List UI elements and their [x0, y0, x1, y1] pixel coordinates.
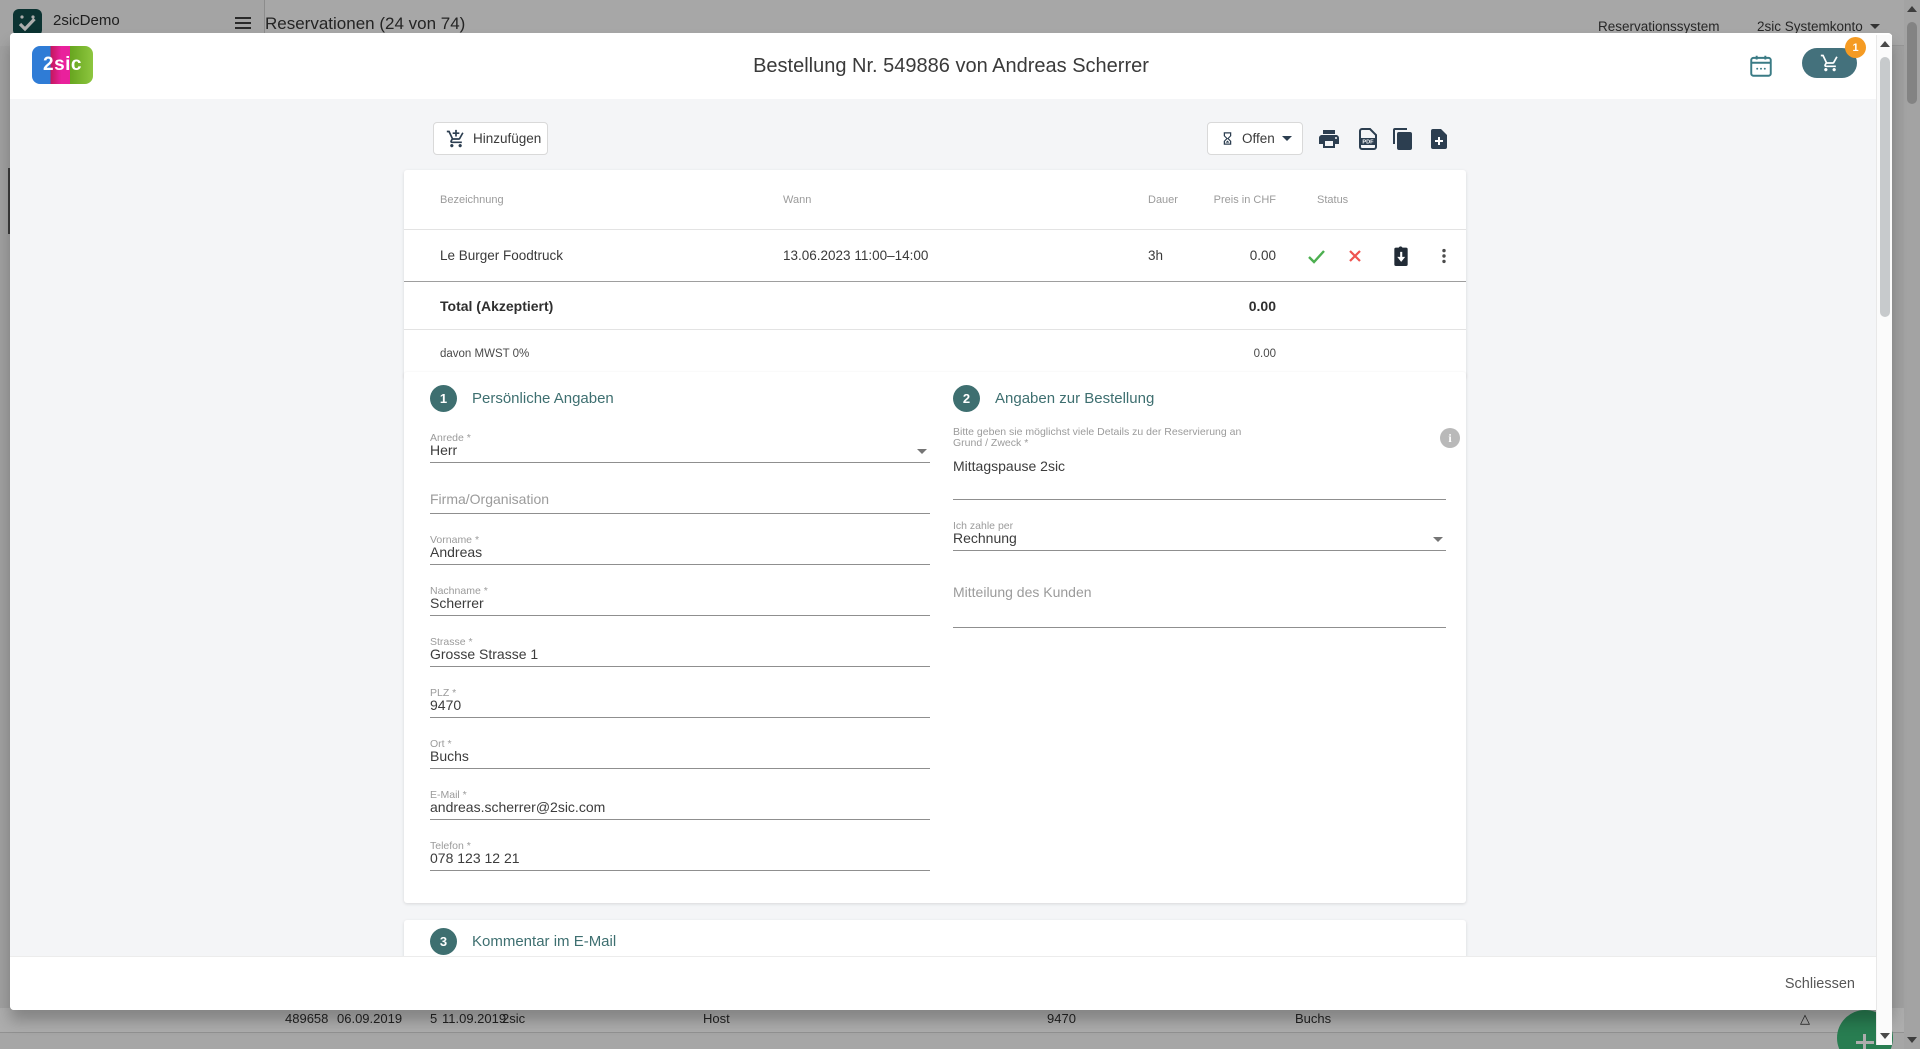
vorname-field[interactable]: Vorname * Andreas: [430, 534, 930, 565]
pdf-icon: PDF: [1356, 127, 1382, 151]
field-value: 9470: [430, 697, 461, 713]
dropdown-caret-icon: [917, 449, 927, 454]
email-field[interactable]: E-Mail * andreas.scherrer@2sic.com: [430, 789, 930, 820]
col-bezeichnung: Bezeichnung: [440, 194, 783, 206]
firma-field[interactable]: Firma/Organisation: [430, 483, 930, 514]
status-dropdown-label: Offen: [1242, 131, 1275, 146]
field-value: 078 123 12 21: [430, 850, 520, 866]
cart-button[interactable]: 1: [1802, 48, 1857, 78]
field-placeholder: Mitteilung des Kunden: [953, 584, 1092, 600]
dialog-title: Bestellung Nr. 549886 von Andreas Scherr…: [10, 33, 1892, 99]
col-wann: Wann: [783, 194, 1148, 206]
section-2-header: 2 Angaben zur Bestellung: [953, 385, 1446, 412]
copy-button[interactable]: [1391, 126, 1417, 152]
col-preis: Preis in CHF: [1193, 194, 1276, 206]
field-label-line2: Grund / Zweck *: [953, 438, 1446, 449]
table-row: Le Burger Foodtruck 13.06.2023 11:00–14:…: [404, 230, 1466, 281]
field-value: Andreas: [430, 544, 482, 560]
vat-value: 0.00: [1193, 348, 1276, 360]
dialog-footer: Schliessen: [10, 956, 1892, 1010]
field-placeholder: Firma/Organisation: [430, 491, 549, 507]
positions-card: Bezeichnung Wann Dauer Preis in CHF Stat…: [404, 170, 1466, 378]
file-add-icon: [1427, 127, 1453, 151]
zahlung-select[interactable]: Ich zahle per Rechnung: [953, 520, 1446, 551]
scroll-up-icon[interactable]: [1880, 41, 1890, 47]
accept-button[interactable]: [1305, 245, 1327, 267]
form-card: 1 Persönliche Angaben Anrede * Herr Firm…: [404, 372, 1466, 903]
field-value: andreas.scherrer@2sic.com: [430, 799, 605, 815]
grund-zweck-field[interactable]: Bitte geben sie möglichst viele Details …: [953, 427, 1446, 500]
file-add-button[interactable]: [1427, 126, 1453, 152]
dropdown-caret-icon: [1433, 537, 1443, 542]
telefon-field[interactable]: Telefon * 078 123 12 21: [430, 840, 930, 871]
copy-icon: [1391, 127, 1417, 151]
cell-dauer: 3h: [1148, 248, 1193, 263]
print-button[interactable]: [1317, 126, 1343, 152]
section-1-header: 1 Persönliche Angaben: [430, 385, 930, 412]
field-value: Buchs: [430, 748, 469, 764]
mitteilung-field[interactable]: Mitteilung des Kunden: [953, 580, 1446, 628]
field-value: Herr: [430, 442, 457, 458]
section-3-title: Kommentar im E-Mail: [472, 933, 616, 950]
col-status: Status: [1276, 194, 1466, 206]
calendar-icon[interactable]: [1748, 53, 1774, 79]
reject-button[interactable]: [1345, 246, 1365, 266]
scrollbar-thumb[interactable]: [1880, 57, 1890, 317]
field-value: Grosse Strasse 1: [430, 646, 538, 662]
hourglass-icon: [1220, 131, 1235, 146]
dialog-header: Bestellung Nr. 549886 von Andreas Scherr…: [10, 33, 1892, 99]
table-header-row: Bezeichnung Wann Dauer Preis in CHF Stat…: [404, 170, 1466, 230]
add-button-label: Hinzufügen: [473, 131, 541, 146]
section-2-badge: 2: [953, 385, 980, 412]
section-3-header: 3 Kommentar im E-Mail: [430, 928, 1466, 955]
cell-status-actions: [1276, 245, 1466, 267]
col-dauer: Dauer: [1148, 194, 1193, 206]
close-button[interactable]: Schliessen: [1773, 968, 1867, 1000]
reject-icon: [1345, 246, 1365, 266]
total-label: Total (Akzeptiert): [440, 298, 783, 314]
dropdown-caret-icon: [1282, 136, 1292, 141]
ort-field[interactable]: Ort * Buchs: [430, 738, 930, 769]
more-button[interactable]: [1435, 246, 1453, 266]
screen: 2sicDemo Reservationen (24 von 74) Reser…: [0, 0, 1920, 1049]
total-value: 0.00: [1193, 298, 1276, 314]
cart-icon: [1820, 53, 1840, 73]
add-button[interactable]: Hinzufügen: [433, 122, 548, 155]
cart-plus-icon: [446, 129, 466, 149]
cell-wann: 13.06.2023 11:00–14:00: [783, 248, 1148, 263]
print-icon: [1317, 127, 1343, 151]
vat-label: davon MWST 0%: [440, 348, 783, 360]
order-dialog: Bestellung Nr. 549886 von Andreas Scherr…: [10, 33, 1892, 1010]
cart-badge: 1: [1845, 37, 1866, 58]
section-2-title: Angaben zur Bestellung: [995, 390, 1154, 407]
pdf-button[interactable]: PDF: [1356, 126, 1382, 152]
section-1-title: Persönliche Angaben: [472, 390, 614, 407]
strasse-field[interactable]: Strasse * Grosse Strasse 1: [430, 636, 930, 667]
section-3-badge: 3: [430, 928, 457, 955]
more-icon: [1435, 246, 1453, 266]
vat-row: davon MWST 0% 0.00: [404, 329, 1466, 377]
field-value: Rechnung: [953, 530, 1017, 546]
svg-text:PDF: PDF: [1362, 140, 1374, 146]
field-value: Mittagspause 2sic: [953, 458, 1065, 474]
cell-bezeichnung: Le Burger Foodtruck: [440, 248, 783, 263]
section-1-badge: 1: [430, 385, 457, 412]
dialog-scrollbar[interactable]: [1876, 35, 1892, 1045]
anrede-select[interactable]: Anrede * Herr: [430, 432, 930, 463]
field-value: Scherrer: [430, 595, 484, 611]
clipboard-down-icon: [1391, 245, 1411, 267]
2sic-logo: 2sic: [32, 46, 93, 84]
cell-preis: 0.00: [1193, 248, 1276, 263]
nachname-field[interactable]: Nachname * Scherrer: [430, 585, 930, 616]
plz-field[interactable]: PLZ * 9470: [430, 687, 930, 718]
accept-icon: [1305, 245, 1327, 267]
total-row: Total (Akzeptiert) 0.00: [404, 281, 1466, 329]
scroll-down-icon[interactable]: [1880, 1033, 1890, 1039]
status-dropdown[interactable]: Offen: [1207, 122, 1303, 155]
info-icon[interactable]: i: [1440, 428, 1460, 448]
logo-text: 2sic: [43, 54, 82, 76]
clipboard-down-button[interactable]: [1391, 245, 1411, 267]
